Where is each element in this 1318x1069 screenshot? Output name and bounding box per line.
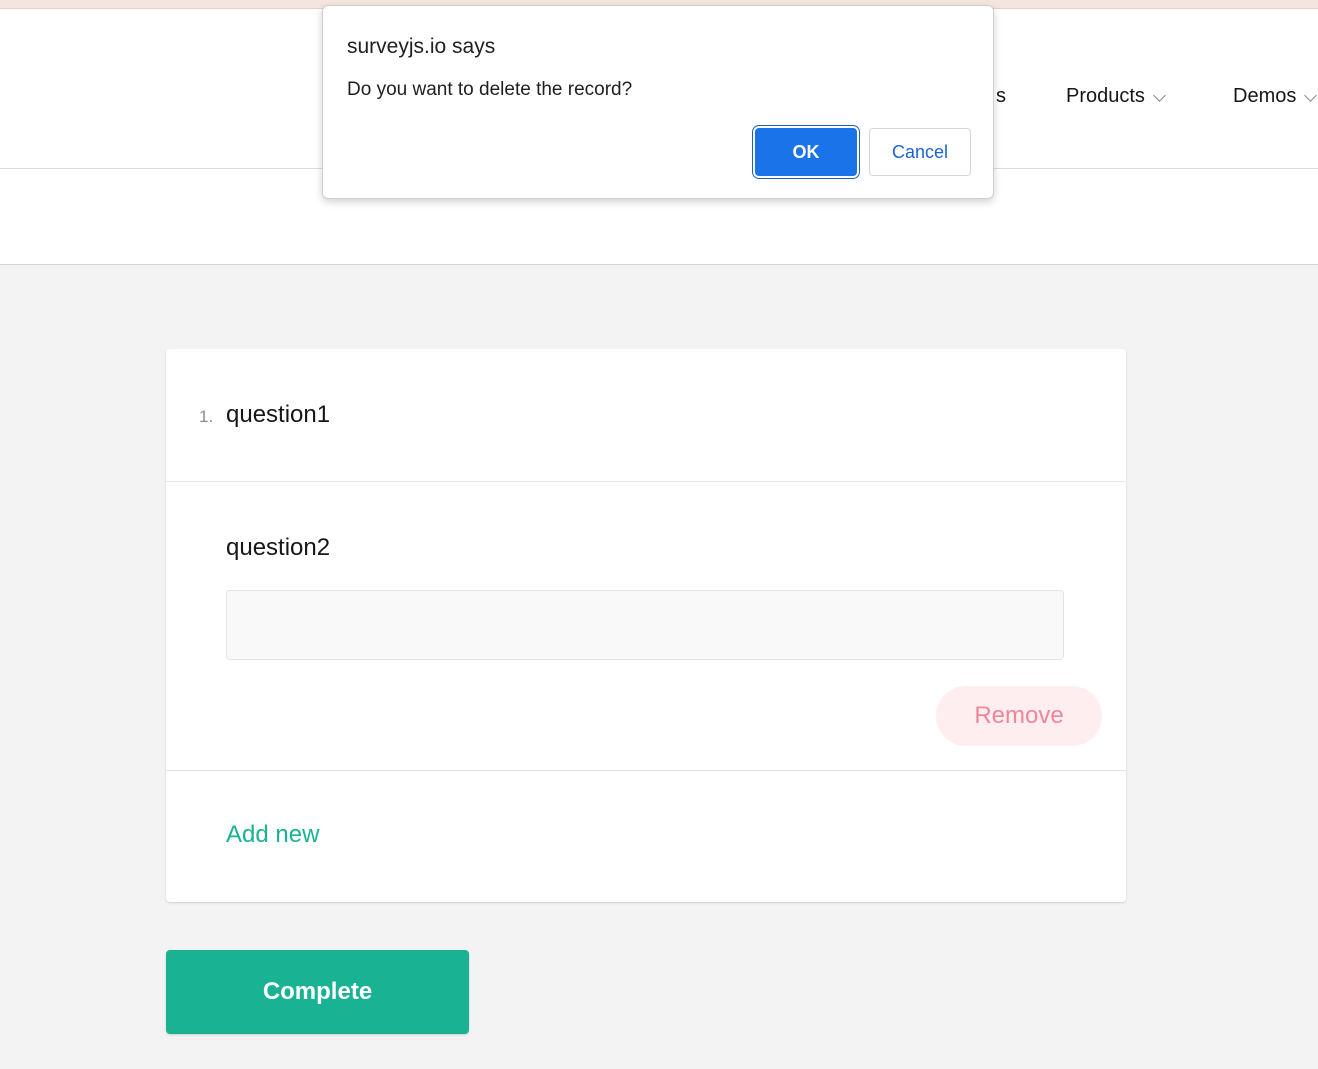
- ok-button[interactable]: OK: [755, 128, 857, 176]
- remove-button[interactable]: Remove: [936, 686, 1102, 746]
- nav-item-label: Products: [1066, 85, 1145, 107]
- chevron-down-icon: [1304, 88, 1318, 102]
- survey-panel: 1. question1 question2 Remove Add new: [166, 349, 1126, 902]
- nav-item-demos[interactable]: Demos: [1233, 85, 1318, 108]
- question-title: question1: [226, 401, 331, 428]
- divider: [166, 770, 1126, 771]
- nav-item-label: s: [996, 85, 1006, 107]
- nav-item-label: Demos: [1233, 85, 1297, 107]
- question-number: 1.: [199, 407, 214, 426]
- add-new-button[interactable]: Add new: [226, 821, 319, 849]
- nav-item-products[interactable]: Products: [1066, 85, 1166, 108]
- chevron-down-icon: [1153, 88, 1166, 102]
- question2-input[interactable]: [226, 590, 1064, 660]
- nav-item-partial[interactable]: s: [996, 85, 1006, 108]
- dialog-message: Do you want to delete the record?: [347, 79, 633, 100]
- complete-button[interactable]: Complete: [166, 950, 469, 1034]
- confirm-dialog: surveyjs.io says Do you want to delete t…: [322, 5, 994, 199]
- question2-title: question2: [226, 534, 331, 561]
- cancel-button[interactable]: Cancel: [869, 128, 971, 176]
- question1-row: 1. question1: [166, 349, 1126, 482]
- dialog-title: surveyjs.io says: [347, 35, 496, 58]
